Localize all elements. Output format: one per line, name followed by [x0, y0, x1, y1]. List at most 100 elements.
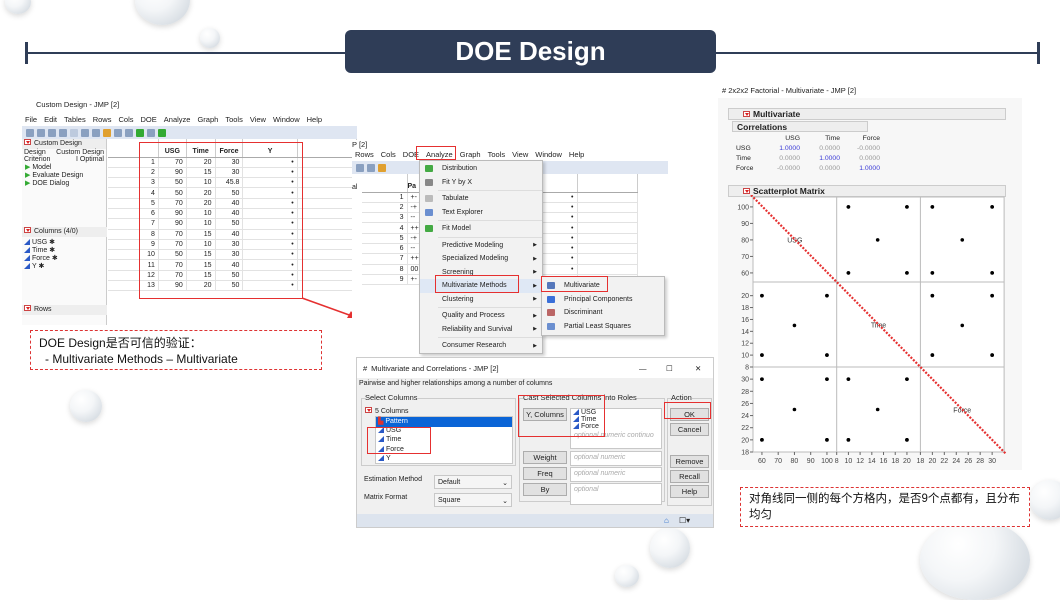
menu-doe[interactable]: DOE [141, 115, 157, 124]
menu-window[interactable]: Window [535, 150, 562, 159]
menu-help[interactable]: Help [569, 150, 584, 159]
menu-item-consumer-research[interactable]: Consumer Research ▶ [420, 339, 542, 353]
rows-outline[interactable]: Rows [22, 305, 107, 315]
column-item[interactable]: Y ✱ [24, 262, 58, 270]
menu-item-reliability-and-survival[interactable]: Reliability and Survival ▶ [420, 323, 542, 337]
recall-button[interactable]: Recall [670, 470, 709, 483]
menu-item-label: Fit Y by X [442, 178, 473, 186]
row-number: 5 [362, 233, 408, 244]
column-item[interactable]: Force ✱ [24, 254, 58, 262]
menu-item-tabulate[interactable]: Tabulate [420, 192, 542, 206]
menu-tools[interactable]: Tools [225, 115, 243, 124]
minimize-button[interactable]: — [639, 364, 647, 373]
menu-cols[interactable]: Cols [381, 150, 396, 159]
panel-item[interactable]: ▶ Evaluate Design [22, 171, 106, 179]
submenu-arrow-icon: ▶ [533, 242, 537, 249]
remove-button[interactable]: Remove [670, 455, 709, 468]
estimation-method-select[interactable]: Default ⌄ [434, 475, 512, 489]
help-button[interactable]: Help [670, 485, 709, 498]
matrix-format-select[interactable]: Square ⌄ [434, 493, 512, 507]
menu-graph[interactable]: Graph [197, 115, 218, 124]
corr-cell: 0.0000 [819, 145, 840, 152]
menu-view[interactable]: View [512, 150, 528, 159]
role-field[interactable]: optional [570, 483, 662, 505]
copy-icon[interactable] [81, 128, 89, 137]
paste-icon[interactable] [92, 128, 100, 137]
grid2-icon[interactable] [125, 128, 133, 137]
menu-item-text-explorer[interactable]: Text Explorer [420, 206, 542, 220]
menu-rows[interactable]: Rows [93, 115, 112, 124]
window-title: Custom Design - JMP [2] [36, 100, 120, 109]
menu-rows[interactable]: Rows [355, 150, 374, 159]
menu-analyze[interactable]: Analyze [164, 115, 191, 124]
panel-item[interactable]: ▶ Model [22, 163, 106, 171]
window-select-icon[interactable]: ☐▾ [679, 516, 690, 525]
red-triangle-icon[interactable] [24, 139, 31, 145]
table-icon[interactable] [103, 128, 111, 137]
corr-column-header: Force [862, 135, 880, 142]
data-point [905, 205, 909, 209]
role-button-weight[interactable]: Weight [523, 451, 567, 464]
close-button[interactable]: ✕ [695, 364, 701, 373]
new-icon[interactable] [26, 128, 34, 137]
copy-icon[interactable] [356, 163, 364, 172]
folder-icon[interactable] [48, 128, 56, 137]
menu-item-label: Principal Components [564, 295, 633, 303]
fit-icon[interactable] [147, 128, 155, 137]
save-icon[interactable] [59, 128, 67, 137]
open-icon[interactable] [37, 128, 45, 137]
y-tick-label: 20 [741, 293, 749, 300]
menu-view[interactable]: View [250, 115, 266, 124]
corr-row-header: USG [736, 145, 751, 152]
menu-item-quality-and-process[interactable]: Quality and Process ▶ [420, 309, 542, 323]
menu-item-fit-model[interactable]: Fit Model [420, 222, 542, 236]
menu-item-clustering[interactable]: Clustering ▶ [420, 293, 542, 307]
menu-item-principal-components[interactable]: Principal Components [542, 293, 664, 307]
multivariate-outline[interactable]: Multivariate [728, 108, 1006, 120]
menu-tables[interactable]: Tables [64, 115, 86, 124]
maximize-button[interactable]: ☐ [666, 364, 673, 373]
menu-item-discriminant[interactable]: Discriminant [542, 306, 664, 320]
menu-file[interactable]: File [25, 115, 37, 124]
menu-item-specialized-modeling[interactable]: Specialized Modeling ▶ [420, 252, 542, 266]
cut-icon[interactable] [70, 128, 78, 137]
distribution-icon[interactable] [136, 128, 144, 137]
red-triangle-icon[interactable] [24, 305, 31, 311]
home-icon[interactable]: ⌂ [664, 516, 669, 525]
column-item[interactable]: Time ✱ [24, 246, 58, 254]
paste-icon[interactable] [367, 163, 375, 172]
custom-design-outline[interactable]: Custom Design [22, 139, 106, 149]
red-triangle-icon[interactable] [743, 188, 750, 194]
menu-cols[interactable]: Cols [118, 115, 133, 124]
menu-graph[interactable]: Graph [460, 150, 481, 159]
grid-icon[interactable] [114, 128, 122, 137]
column-list-item[interactable]: Y [376, 455, 512, 465]
menu-item-partial-least-squares[interactable]: Partial Least Squares [542, 320, 664, 334]
column-list-item[interactable]: ▙ Pattern [376, 417, 512, 427]
row-header-corner[interactable] [362, 174, 408, 193]
model-icon[interactable] [158, 128, 166, 137]
role-button-freq[interactable]: Freq [523, 467, 567, 480]
cancel-button[interactable]: Cancel [670, 423, 709, 436]
red-triangle-icon[interactable] [365, 407, 372, 413]
correlations-outline[interactable]: Correlations [732, 121, 868, 132]
menu-item-predictive-modeling[interactable]: Predictive Modeling ▶ [420, 239, 542, 253]
role-field[interactable]: optional numeric [570, 467, 662, 482]
role-button-by[interactable]: By [523, 483, 567, 496]
menu-help[interactable]: Help [307, 115, 322, 124]
asterisk-icon: ✱ [49, 255, 58, 262]
menu-item-distribution[interactable]: Distribution [420, 162, 542, 176]
empty-column [297, 139, 357, 158]
data-point [825, 438, 829, 442]
menu-edit[interactable]: Edit [44, 115, 57, 124]
red-triangle-icon[interactable] [24, 227, 31, 233]
menu-item-fit-y-by-x[interactable]: Fit Y by X [420, 176, 542, 190]
panel-item[interactable]: ▶ DOE Dialog [22, 179, 106, 187]
column-item[interactable]: USG ✱ [24, 238, 58, 246]
columns-outline[interactable]: Columns (4/0) [22, 227, 107, 237]
role-field[interactable]: optional numeric [570, 451, 662, 466]
table-icon[interactable] [378, 163, 386, 172]
menu-window[interactable]: Window [273, 115, 300, 124]
menu-tools[interactable]: Tools [488, 150, 506, 159]
red-triangle-icon[interactable] [743, 111, 750, 117]
